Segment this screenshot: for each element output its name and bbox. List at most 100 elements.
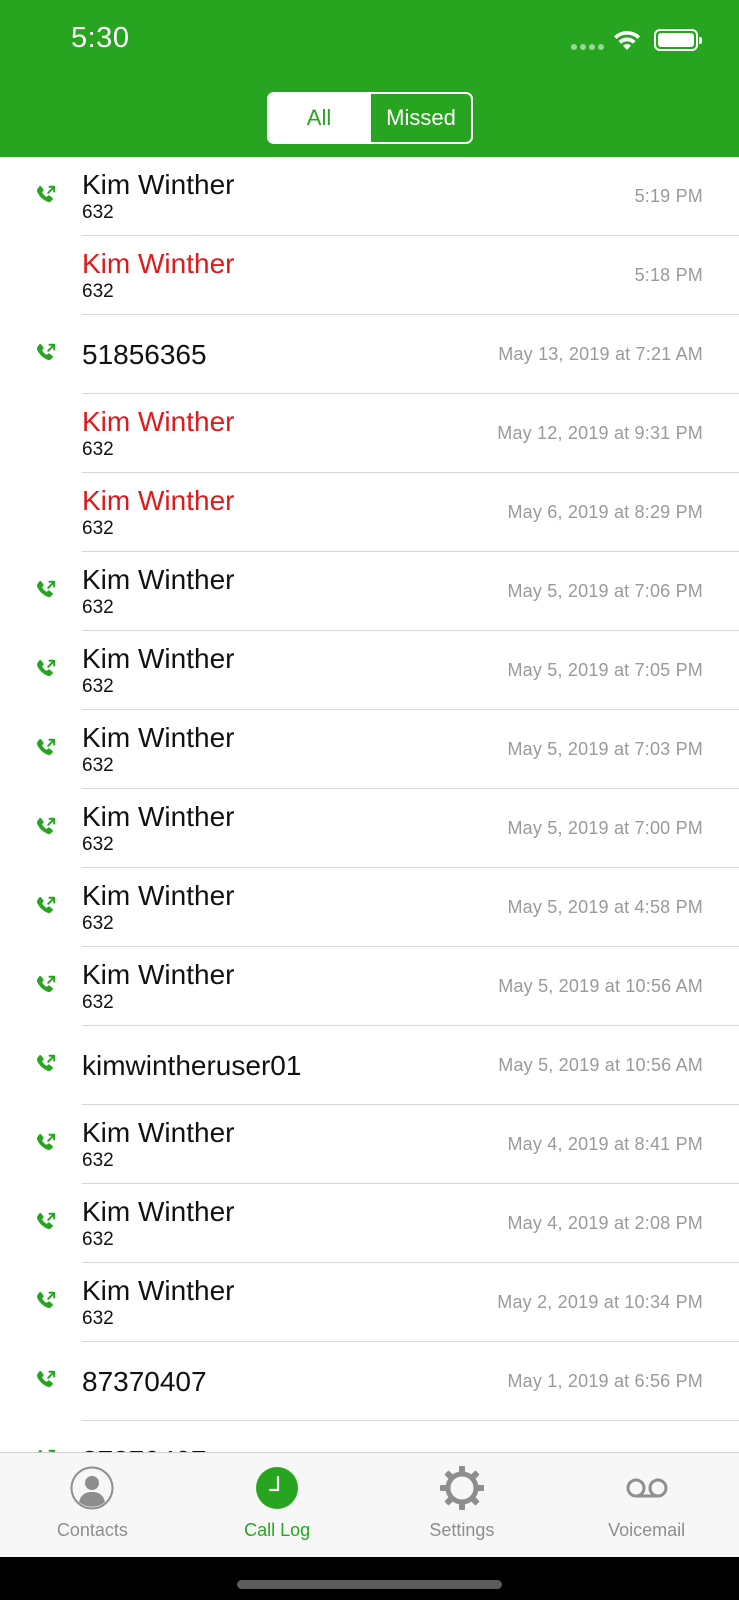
tab-voicemail[interactable]: Voicemail <box>554 1453 739 1557</box>
call-timestamp: May 1, 2019 at 6:56 PM <box>507 1371 703 1391</box>
caller-name: Kim Winther <box>82 485 235 516</box>
call-log-row[interactable]: Kim Winther 632 May 5, 2019 at 4:58 PM <box>0 868 739 947</box>
status-time: 5:30 <box>71 22 130 54</box>
outgoing-call-icon <box>36 659 56 677</box>
call-timestamp: May 5, 2019 at 10:56 AM <box>498 976 703 996</box>
caller-name: Kim Winther <box>82 880 235 911</box>
caller-number: 632 <box>82 676 114 697</box>
caller-name: Kim Winther <box>82 959 235 990</box>
call-log-row[interactable]: 51856365 May 13, 2019 at 7:21 AM <box>0 315 739 394</box>
caller-number: 632 <box>82 1229 114 1250</box>
tab-label: Call Log <box>244 1520 311 1540</box>
tab-label: Voicemail <box>608 1520 686 1540</box>
call-log-row[interactable]: Kim Winther 632 May 5, 2019 at 7:00 PM <box>0 789 739 868</box>
wifi-icon <box>614 30 640 50</box>
call-log-icon <box>254 1465 300 1511</box>
segment-all[interactable]: All <box>269 94 369 142</box>
home-indicator[interactable] <box>237 1580 502 1589</box>
outgoing-call-icon <box>36 1133 56 1151</box>
call-log-row[interactable]: Kim Winther 632 May 5, 2019 at 7:06 PM <box>0 552 739 631</box>
caller-name: Kim Winther <box>82 1275 235 1306</box>
outgoing-call-icon <box>36 343 56 361</box>
call-timestamp: May 4, 2019 at 2:08 PM <box>507 1213 703 1233</box>
caller-name: Kim Winther <box>82 406 235 437</box>
call-timestamp: May 5, 2019 at 7:05 PM <box>507 660 703 680</box>
home-indicator-area <box>0 1557 739 1600</box>
caller-name: kimwintheruser01 <box>82 1050 302 1081</box>
caller-number: 632 <box>82 597 114 618</box>
call-log-row[interactable]: Kim Winther 632 May 2, 2019 at 10:34 PM <box>0 1263 739 1342</box>
caller-name: Kim Winther <box>82 169 235 200</box>
call-filter-segmented-control[interactable]: All Missed <box>267 92 473 144</box>
call-log-row[interactable]: Kim Winther 632 5:19 PM <box>0 157 739 236</box>
caller-name: Kim Winther <box>82 1196 235 1227</box>
tab-call-log[interactable]: Call Log <box>185 1453 370 1557</box>
outgoing-call-icon <box>36 185 56 203</box>
contacts-icon <box>69 1465 115 1511</box>
outgoing-call-icon <box>36 817 56 835</box>
caller-name: 87370407 <box>82 1366 207 1397</box>
call-log-row[interactable]: Kim Winther 632 May 5, 2019 at 10:56 AM <box>0 947 739 1026</box>
tab-contacts[interactable]: Contacts <box>0 1453 185 1557</box>
outgoing-call-icon <box>36 896 56 914</box>
outgoing-call-icon <box>36 1370 56 1388</box>
caller-name: Kim Winther <box>82 564 235 595</box>
caller-name: 87370407 <box>82 1445 207 1452</box>
caller-name: Kim Winther <box>82 643 235 674</box>
call-log-row[interactable]: Kim Winther 632 May 6, 2019 at 8:29 PM <box>0 473 739 552</box>
segment-missed[interactable]: Missed <box>369 94 471 142</box>
caller-number: 632 <box>82 202 114 223</box>
battery-icon <box>654 29 702 51</box>
call-log-row[interactable]: Kim Winther 632 May 4, 2019 at 8:41 PM <box>0 1105 739 1184</box>
call-log-row[interactable]: 87370407 May 1, 2019 at 6:56 PM <box>0 1342 739 1421</box>
call-timestamp: May 12, 2019 at 9:31 PM <box>497 423 703 443</box>
caller-number: 632 <box>82 439 114 460</box>
outgoing-call-icon <box>36 1291 56 1309</box>
call-timestamp: May 5, 2019 at 7:00 PM <box>507 818 703 838</box>
caller-name: Kim Winther <box>82 801 235 832</box>
call-log-row[interactable]: Kim Winther 632 May 5, 2019 at 7:05 PM <box>0 631 739 710</box>
call-timestamp: May 5, 2019 at 7:06 PM <box>507 581 703 601</box>
caller-number: 632 <box>82 281 114 302</box>
call-timestamp: May 5, 2019 at 10:56 AM <box>498 1055 703 1075</box>
header: 5:30 All Missed <box>0 0 739 157</box>
settings-icon <box>439 1465 485 1511</box>
call-log-row[interactable]: Kim Winther 632 May 5, 2019 at 7:03 PM <box>0 710 739 789</box>
call-log-row[interactable]: kimwintheruser01 May 5, 2019 at 10:56 AM <box>0 1026 739 1105</box>
tab-bar: Contacts Call Log Settings Voicemail <box>0 1452 739 1557</box>
caller-number: 632 <box>82 755 114 776</box>
call-timestamp: May 4, 2019 at 8:41 PM <box>507 1134 703 1154</box>
caller-name: 51856365 <box>82 339 207 370</box>
caller-number: 632 <box>82 992 114 1013</box>
call-log-row[interactable]: Kim Winther 632 5:18 PM <box>0 236 739 315</box>
caller-name: Kim Winther <box>82 722 235 753</box>
tab-settings[interactable]: Settings <box>370 1453 555 1557</box>
tab-label: Settings <box>429 1520 495 1540</box>
outgoing-call-icon <box>36 1054 56 1072</box>
outgoing-call-icon <box>36 738 56 756</box>
call-timestamp: May 13, 2019 at 7:21 AM <box>498 344 703 364</box>
call-log-row[interactable]: Kim Winther 632 May 12, 2019 at 9:31 PM <box>0 394 739 473</box>
call-log-row[interactable]: 87370407 Apr 12, 2019 at 12:50 PM <box>0 1421 739 1452</box>
caller-number: 632 <box>82 913 114 934</box>
outgoing-call-icon <box>36 580 56 598</box>
call-timestamp: 5:18 PM <box>634 265 703 285</box>
tab-label: Contacts <box>56 1520 128 1540</box>
voicemail-icon <box>624 1465 670 1511</box>
call-log-row[interactable]: Kim Winther 632 May 4, 2019 at 2:08 PM <box>0 1184 739 1263</box>
cellular-signal-icon <box>571 44 604 50</box>
caller-name: Kim Winther <box>82 248 235 279</box>
caller-name: Kim Winther <box>82 1117 235 1148</box>
caller-number: 632 <box>82 834 114 855</box>
call-log-list[interactable]: Kim Winther 632 5:19 PM Kim Winther 632 … <box>0 157 739 1452</box>
call-timestamp: May 5, 2019 at 4:58 PM <box>507 897 703 917</box>
outgoing-call-icon <box>36 975 56 993</box>
caller-number: 632 <box>82 1150 114 1171</box>
call-timestamp: May 2, 2019 at 10:34 PM <box>497 1292 703 1312</box>
outgoing-call-icon <box>36 1212 56 1230</box>
caller-number: 632 <box>82 518 114 539</box>
call-timestamp: 5:19 PM <box>634 186 703 206</box>
call-timestamp: May 5, 2019 at 7:03 PM <box>507 739 703 759</box>
call-timestamp: May 6, 2019 at 8:29 PM <box>507 502 703 522</box>
caller-number: 632 <box>82 1308 114 1329</box>
